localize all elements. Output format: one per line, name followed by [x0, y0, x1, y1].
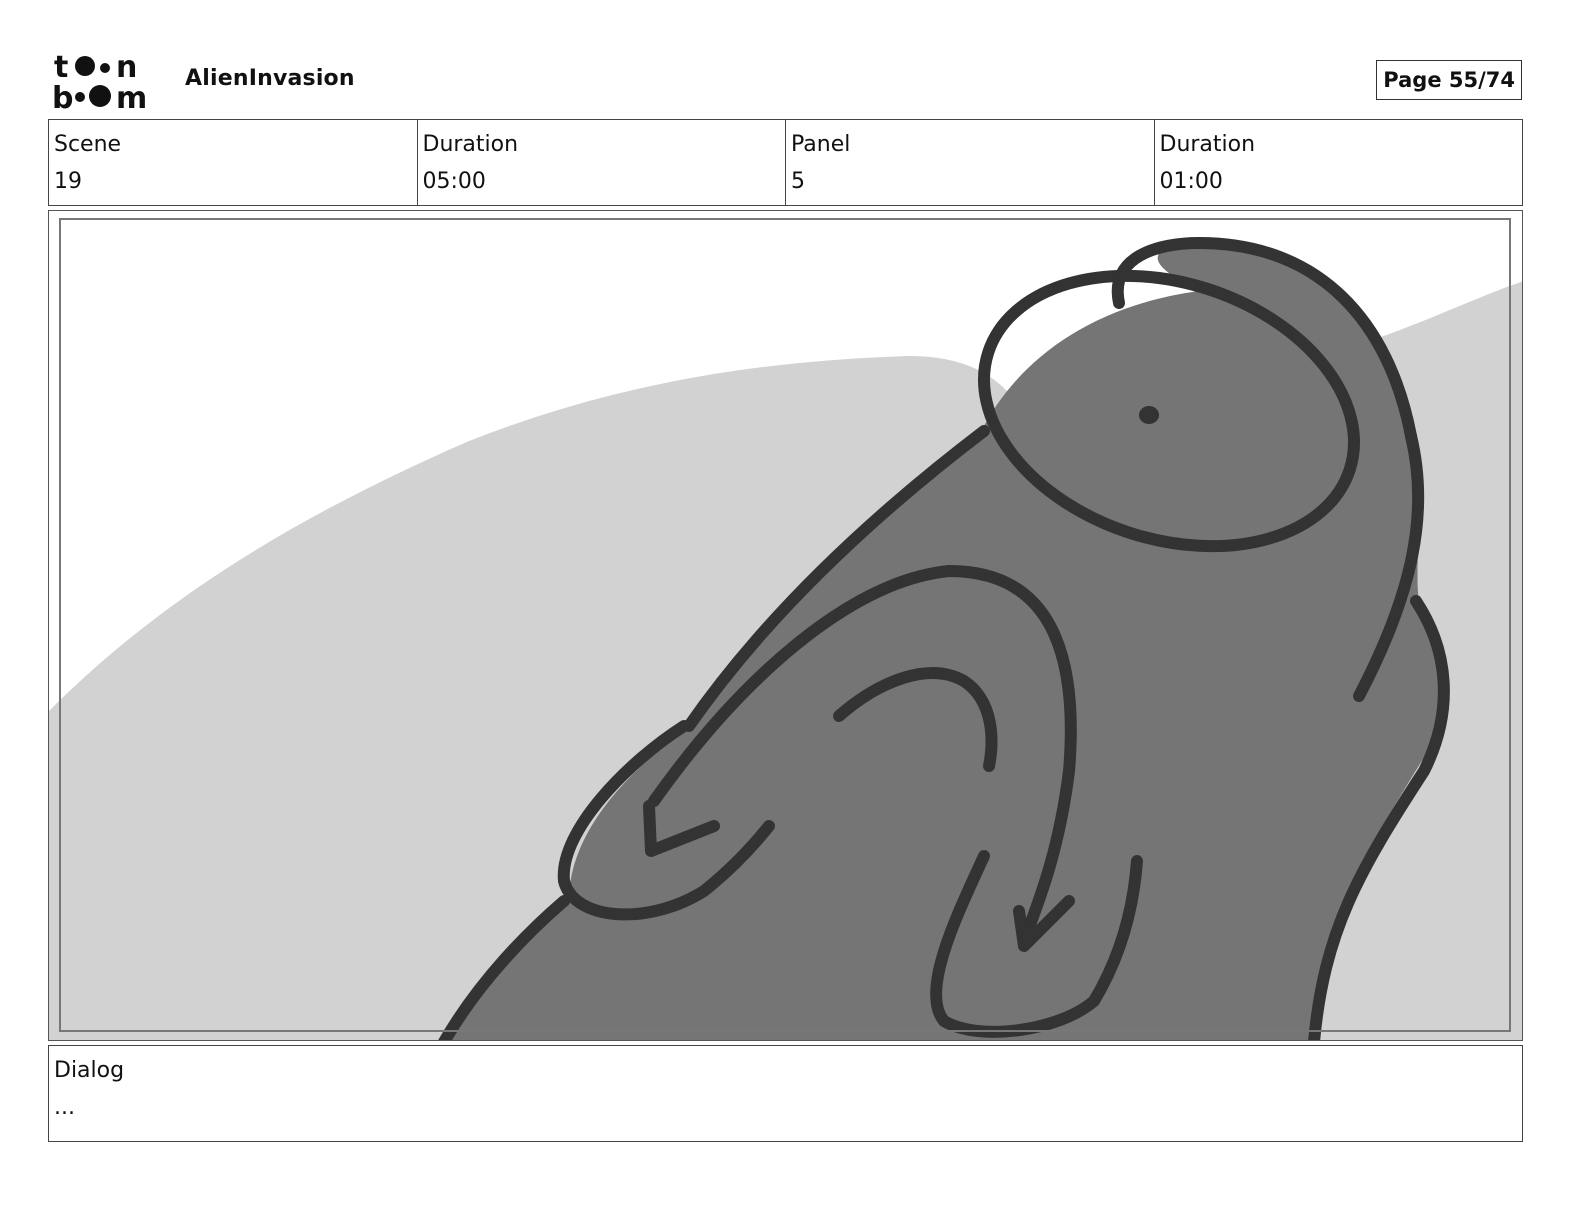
panel-drawing: [49, 218, 1522, 1040]
scene-label: Scene: [54, 132, 122, 157]
panel-label: Panel: [791, 132, 851, 157]
project-title: AlienInvasion: [185, 66, 355, 91]
panel-duration-label: Duration: [1159, 132, 1256, 157]
page-indicator: Page 55/74: [1376, 60, 1522, 100]
dialog-text: ...: [54, 1095, 75, 1120]
creature-eye: [1139, 406, 1159, 424]
svg-text:m: m: [116, 81, 147, 112]
dialog-box: Dialog ...: [48, 1045, 1523, 1142]
scene-duration-label: Duration: [422, 132, 519, 157]
svg-text:b: b: [52, 81, 73, 112]
toon-boom-logo: t n b m: [52, 50, 164, 116]
panel-info-bar: Scene 19 Duration 05:00 Panel 5 Duration…: [48, 119, 1523, 206]
panel-duration-value: 01:00: [1159, 169, 1223, 194]
scene-duration-value: 05:00: [422, 169, 486, 194]
svg-text:n: n: [116, 50, 137, 85]
panel-duration-cell: Duration 01:00: [1155, 120, 1523, 205]
svg-text:t: t: [54, 50, 68, 85]
storyboard-panel: [48, 210, 1523, 1041]
dialog-label: Dialog: [54, 1058, 125, 1083]
scene-cell: Scene 19: [49, 120, 418, 205]
scene-duration-cell: Duration 05:00: [418, 120, 786, 205]
panel-cell: Panel 5: [786, 120, 1155, 205]
scene-value: 19: [54, 169, 82, 194]
panel-value: 5: [791, 169, 805, 194]
